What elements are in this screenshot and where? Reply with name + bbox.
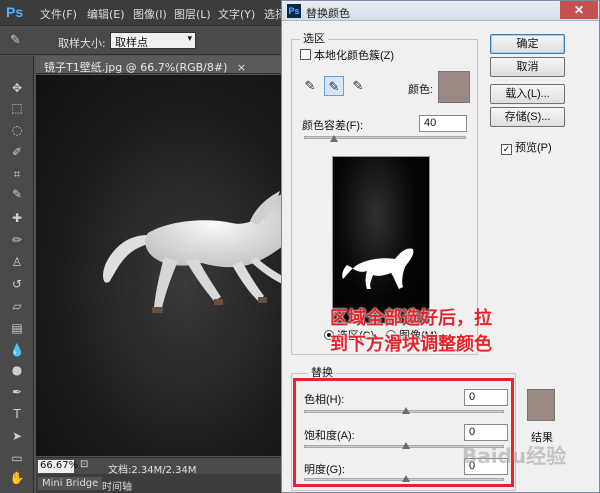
- photoshop-app-icon: Ps: [287, 4, 301, 18]
- menu-file[interactable]: 文件(F): [40, 6, 77, 22]
- close-tab-icon[interactable]: ×: [237, 61, 246, 73]
- document-title: 镜子T1壁纸.jpg @ 66.7%(RGB/8#): [44, 61, 228, 74]
- fuzziness-slider-track[interactable]: [304, 136, 466, 139]
- brush-tool-icon[interactable]: ✏: [9, 232, 25, 248]
- sample-size-value: 取样点: [115, 36, 148, 49]
- menu-type[interactable]: 文字(Y): [218, 6, 255, 22]
- crop-tool-icon[interactable]: ⌗: [9, 166, 25, 182]
- document-canvas[interactable]: [36, 75, 284, 456]
- zoom-field[interactable]: 66.67%: [38, 460, 78, 473]
- cancel-button[interactable]: 取消: [490, 57, 565, 77]
- selection-group-label: 选区: [300, 30, 328, 46]
- path-select-icon[interactable]: ➤: [9, 428, 25, 444]
- history-brush-icon[interactable]: ↺: [9, 276, 25, 292]
- chevron-down-icon: ▾: [187, 34, 192, 44]
- dodge-tool-icon[interactable]: ●: [9, 362, 25, 378]
- shape-tool-icon[interactable]: ▭: [9, 450, 25, 466]
- clone-stamp-icon[interactable]: ♙: [9, 254, 25, 270]
- annotation-line-2: 到下方滑块调整颜色: [330, 334, 492, 355]
- type-tool-icon[interactable]: T: [9, 406, 25, 422]
- highlight-box: [293, 378, 514, 487]
- bottom-panel-tabs: Mini Bridge 时间轴: [36, 474, 284, 493]
- watermark: Baidu经验: [462, 444, 567, 468]
- selection-preview: [332, 156, 430, 324]
- menu-layer[interactable]: 图层(L): [174, 6, 211, 22]
- ok-button[interactable]: 确定: [490, 34, 565, 54]
- fuzziness-label: 颜色容差(F):: [302, 120, 364, 132]
- fuzziness-input[interactable]: 40: [419, 115, 467, 132]
- tools-panel: ✥ ⬚ ◌ ✐ ⌗ ✎ ✚ ✏ ♙ ↺ ▱ ▤ 💧 ● ✒ T ➤ ▭ ✋: [0, 56, 34, 493]
- load-button[interactable]: 载入(L)...: [490, 84, 565, 104]
- result-color-swatch[interactable]: [527, 389, 555, 421]
- blur-tool-icon[interactable]: 💧: [9, 342, 25, 358]
- lasso-tool-icon[interactable]: ◌: [9, 122, 25, 138]
- eraser-tool-icon[interactable]: ▱: [9, 298, 25, 314]
- eyedropper-icon[interactable]: ✎: [300, 76, 320, 96]
- document-tab[interactable]: 镜子T1壁纸.jpg @ 66.7%(RGB/8#) ×: [36, 56, 296, 74]
- status-menu-icon[interactable]: ⊡: [80, 459, 88, 470]
- checkbox-box: [300, 49, 311, 60]
- selection-color-swatch[interactable]: [438, 71, 470, 103]
- dialog-title: 替换颜色: [306, 8, 350, 20]
- gradient-tool-icon[interactable]: ▤: [9, 320, 25, 336]
- check-icon: ✓: [501, 144, 512, 155]
- localized-color-clusters-label: 本地化颜色簇(Z): [314, 50, 395, 62]
- localized-color-clusters-checkbox[interactable]: 本地化颜色簇(Z): [300, 47, 394, 63]
- healing-brush-icon[interactable]: ✚: [9, 210, 25, 226]
- menu-image[interactable]: 图像(I): [133, 6, 167, 22]
- eyedropper-tool-icon[interactable]: ✎: [10, 33, 21, 48]
- save-button[interactable]: 存储(S)...: [490, 107, 565, 127]
- tab-mini-bridge[interactable]: Mini Bridge: [38, 477, 103, 490]
- status-bar: 66.67% ⊡ 文档:2.34M/2.34M: [36, 457, 284, 476]
- marquee-tool-icon[interactable]: ⬚: [9, 100, 25, 116]
- selection-mask-preview: [342, 248, 414, 289]
- sample-size-label: 取样大小:: [58, 37, 106, 50]
- close-icon[interactable]: ✕: [560, 1, 598, 19]
- color-label: 颜色:: [408, 84, 434, 96]
- eyedropper-minus-icon[interactable]: ✎: [348, 76, 368, 96]
- hand-tool-icon[interactable]: ✋: [9, 470, 25, 486]
- fuzziness-slider-thumb[interactable]: [330, 135, 338, 142]
- horse-photo: [103, 191, 284, 313]
- pen-tool-icon[interactable]: ✒: [9, 384, 25, 400]
- eyedropper-plus-icon[interactable]: ✎: [324, 76, 344, 96]
- dialog-titlebar[interactable]: Ps 替换颜色 ✕: [282, 1, 599, 21]
- tab-timeline[interactable]: 时间轴: [98, 477, 136, 493]
- instruction-annotation: 区域全部选好后，拉 到下方滑块调整颜色: [330, 306, 525, 358]
- preview-checkbox[interactable]: ✓ 预览(P): [501, 139, 552, 155]
- annotation-line-1: 区域全部选好后，拉: [330, 308, 492, 329]
- sample-size-select[interactable]: 取样点 ▾: [110, 32, 196, 49]
- move-tool-icon[interactable]: ✥: [9, 80, 25, 96]
- quick-select-tool-icon[interactable]: ✐: [9, 144, 25, 160]
- photoshop-logo: Ps: [6, 4, 24, 20]
- preview-label: 预览(P): [515, 142, 552, 154]
- eyedropper-icon[interactable]: ✎: [9, 186, 25, 202]
- menu-edit[interactable]: 编辑(E): [87, 6, 125, 22]
